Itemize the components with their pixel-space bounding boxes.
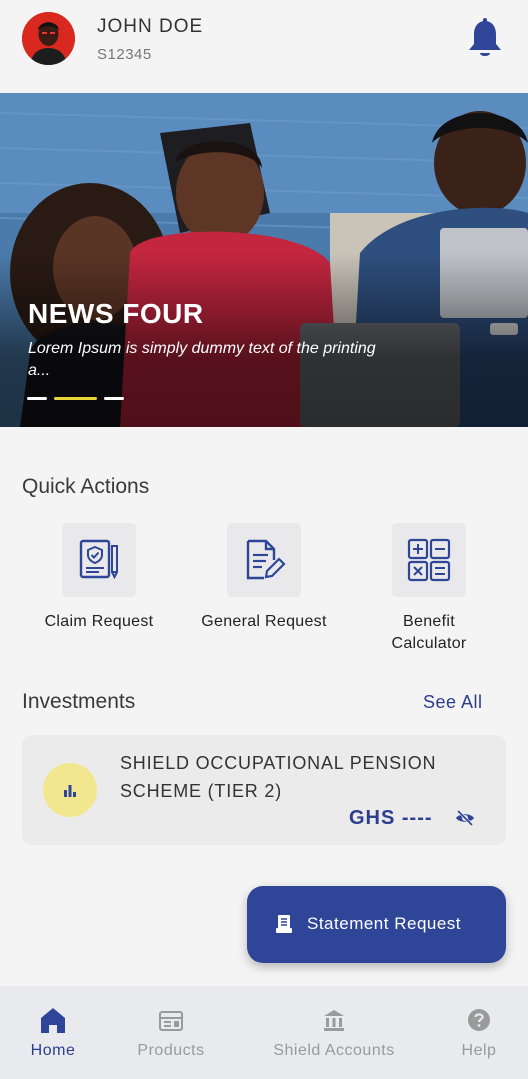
user-name: JOHN DOE: [97, 16, 204, 37]
help-icon: [468, 1009, 490, 1031]
avatar-image: [22, 12, 75, 65]
news-excerpt: Lorem Ipsum is simply dummy text of the …: [28, 340, 376, 379]
nav-help[interactable]: Help: [450, 986, 508, 1079]
claim-request-label: Claim Request: [44, 613, 154, 630]
bottom-navigation: Home Products Shield Accounts Help: [0, 986, 528, 1079]
avatar[interactable]: [22, 12, 75, 65]
document-shield-icon: [79, 539, 118, 580]
notification-bell-icon[interactable]: [466, 18, 504, 60]
products-icon: [159, 1011, 183, 1031]
news-carousel[interactable]: NEWS FOUR Lorem Ipsum is simply dummy te…: [0, 93, 528, 427]
bank-icon: [324, 1010, 344, 1031]
carousel-dot-active[interactable]: [54, 397, 97, 400]
benefit-calculator-label: Benefit Calculator: [391, 613, 467, 652]
nav-products[interactable]: Products: [122, 986, 220, 1079]
document-edit-icon: [246, 539, 286, 580]
investment-name: SHIELD OCCUPATIONAL PENSION SCHEME (TIER…: [120, 753, 437, 801]
statement-request-label: Statement Request: [307, 914, 462, 933]
news-title: NEWS FOUR: [28, 298, 204, 329]
general-request-label: General Request: [201, 613, 327, 630]
nav-shield-accounts-label: Shield Accounts: [273, 1042, 395, 1059]
app-header: JOHN DOE S12345: [0, 0, 528, 93]
investment-card[interactable]: SHIELD OCCUPATIONAL PENSION SCHEME (TIER…: [22, 735, 506, 845]
nav-home-label: Home: [30, 1042, 76, 1059]
nav-home[interactable]: Home: [14, 986, 92, 1079]
claim-request-button[interactable]: Claim Request: [19, 523, 179, 633]
user-id: S12345: [97, 46, 152, 63]
nav-products-label: Products: [137, 1042, 205, 1059]
nav-shield-accounts[interactable]: Shield Accounts: [256, 986, 412, 1079]
carousel-dot[interactable]: [27, 397, 47, 400]
benefit-calculator-icon-box: [392, 523, 466, 597]
investments-title: Investments: [22, 690, 136, 713]
statement-icon: [276, 915, 292, 933]
carousel-dot[interactable]: [104, 397, 124, 400]
claim-request-icon-box: [62, 523, 136, 597]
investment-amount: GHS ----: [349, 807, 433, 829]
investment-icon-circle: [43, 763, 97, 817]
benefit-calculator-button[interactable]: Benefit Calculator: [349, 523, 509, 655]
calculator-icon: [407, 538, 451, 582]
home-icon: [41, 1008, 65, 1033]
see-all-link[interactable]: See All: [423, 692, 483, 713]
general-request-button[interactable]: General Request: [184, 523, 344, 633]
quick-actions-title: Quick Actions: [22, 475, 150, 498]
bar-chart-icon: [64, 785, 76, 797]
nav-help-label: Help: [461, 1042, 497, 1059]
statement-request-button[interactable]: Statement Request: [247, 886, 506, 963]
general-request-icon-box: [227, 523, 301, 597]
eye-off-icon[interactable]: [455, 810, 475, 826]
